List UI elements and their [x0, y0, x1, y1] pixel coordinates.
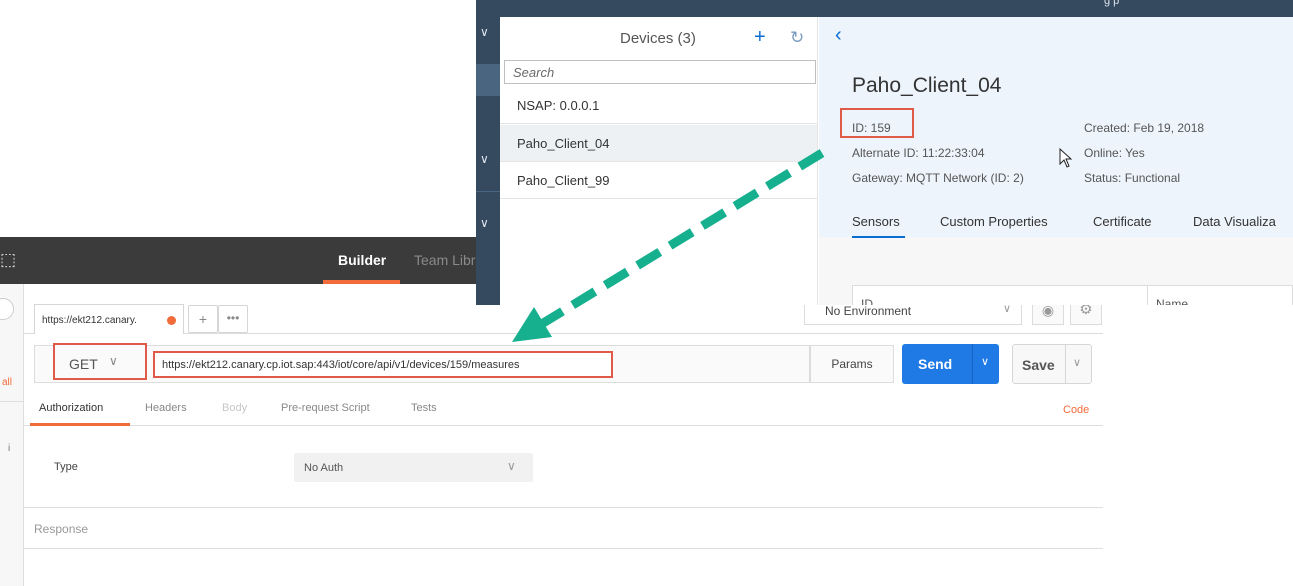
shell-bar-text: g p — [1104, 0, 1120, 7]
online-status: Online: Yes — [1084, 146, 1145, 160]
save-button[interactable]: Save ∨ — [1012, 344, 1092, 384]
tab-headers[interactable]: Headers — [145, 402, 187, 414]
add-icon[interactable]: + — [754, 26, 766, 49]
tab-body[interactable]: Body — [222, 402, 247, 414]
tab-certificate[interactable]: Certificate — [1093, 214, 1152, 229]
unsaved-dot-icon — [167, 316, 176, 325]
builder-tab-indicator — [323, 280, 400, 284]
created-date: Created: Feb 19, 2018 — [1084, 121, 1205, 135]
chevron-down-icon[interactable]: ∨ — [480, 216, 489, 230]
sensors-table-header: ID Name — [852, 285, 1293, 305]
params-button[interactable]: Params — [810, 345, 894, 383]
sidebar-divider — [0, 401, 24, 402]
environment-value: No Environment — [825, 304, 912, 318]
device-list-item[interactable]: NSAP: 0.0.0.1 — [500, 87, 817, 124]
shell-bar: g p — [476, 0, 1293, 17]
request-tab-title: https://ekt212.canary. — [42, 315, 137, 326]
device-name: Paho_Client_04 — [852, 74, 1002, 97]
response-divider-top — [24, 507, 1103, 508]
column-divider — [1147, 286, 1148, 305]
save-label: Save — [1022, 357, 1055, 373]
new-window-icon[interactable]: ⬚ — [0, 249, 24, 271]
add-tab-button[interactable]: + — [188, 305, 218, 333]
tab-authorization[interactable]: Authorization — [39, 402, 103, 414]
chevron-down-icon[interactable]: ∨ — [981, 355, 989, 368]
active-tab-indicator — [30, 423, 130, 426]
column-header-name[interactable]: Name — [1156, 297, 1188, 305]
sidebar-all-link[interactable]: all — [2, 377, 12, 388]
chevron-down-icon[interactable]: ∨ — [480, 25, 489, 39]
chevron-down-icon: ∨ — [109, 354, 118, 368]
nav-divider — [476, 191, 500, 192]
device-list-item-selected[interactable]: Paho_Client_04 — [500, 125, 817, 162]
chevron-down-icon[interactable]: ∨ — [480, 152, 489, 166]
tab-tests[interactable]: Tests — [411, 402, 437, 414]
auth-type-value: No Auth — [304, 462, 344, 474]
method-select[interactable]: GET ∨ — [53, 343, 147, 380]
nav-item-selected[interactable] — [476, 64, 500, 96]
send-divider — [972, 344, 973, 384]
tabbar-divider — [24, 333, 1103, 334]
back-icon[interactable]: ‹ — [835, 24, 842, 47]
url-input[interactable]: https://ekt212.canary.cp.iot.sap:443/iot… — [153, 351, 613, 378]
response-divider-bottom — [24, 548, 1103, 549]
tab-pre-request-script[interactable]: Pre-request Script — [281, 402, 370, 414]
device-status: Status: Functional — [1084, 171, 1181, 185]
sidebar-text: i — [8, 443, 11, 454]
device-list-title: Devices (3) — [620, 30, 696, 47]
request-tab[interactable]: https://ekt212.canary. — [34, 304, 184, 334]
device-list-panel: Devices (3) + ↻ Search NSAP: 0.0.0.1 Pah… — [500, 17, 818, 305]
method-value: GET — [69, 356, 98, 372]
response-label: Response — [34, 522, 89, 536]
more-tabs-button[interactable]: ••• — [218, 305, 248, 333]
alternate-id: Alternate ID: 11:22:33:04 — [852, 146, 985, 160]
tab-sensors[interactable]: Sensors — [852, 214, 900, 229]
chevron-down-icon: ∨ — [507, 459, 516, 473]
side-navigation: ∨ ∨ ∨ — [476, 17, 500, 305]
tab-data-visualization[interactable]: Data Visualiza — [1193, 214, 1276, 229]
gateway: Gateway: MQTT Network (ID: 2) — [852, 171, 1024, 185]
request-tabs-divider — [24, 425, 1103, 426]
active-tab-indicator — [852, 236, 905, 238]
auth-type-label: Type — [54, 461, 78, 473]
column-header-id[interactable]: ID — [861, 297, 873, 305]
iot-cockpit-window: g p ∨ ∨ ∨ Devices (3) + ↻ Search NSAP: 0… — [476, 0, 1293, 305]
mouse-cursor-icon — [1059, 148, 1073, 168]
search-input[interactable]: Search — [504, 60, 816, 84]
device-id: ID: 159 — [852, 121, 891, 135]
send-button[interactable]: Send ∨ — [902, 344, 999, 384]
device-list-item[interactable]: Paho_Client_99 — [500, 162, 817, 199]
postman-sidebar — [0, 284, 24, 586]
refresh-icon[interactable]: ↻ — [790, 28, 804, 48]
team-library-tab[interactable]: Team Libr — [414, 252, 475, 268]
builder-tab[interactable]: Builder — [338, 252, 386, 268]
save-divider — [1065, 345, 1066, 383]
tab-custom-properties[interactable]: Custom Properties — [940, 214, 1048, 229]
device-detail-panel: ‹ Paho_Client_04 ID: 159 Alternate ID: 1… — [819, 17, 1293, 305]
send-label: Send — [918, 356, 953, 372]
auth-type-select[interactable]: No Auth ∨ — [294, 453, 533, 482]
chevron-down-icon[interactable]: ∨ — [1073, 356, 1081, 369]
code-link[interactable]: Code — [1063, 404, 1089, 416]
